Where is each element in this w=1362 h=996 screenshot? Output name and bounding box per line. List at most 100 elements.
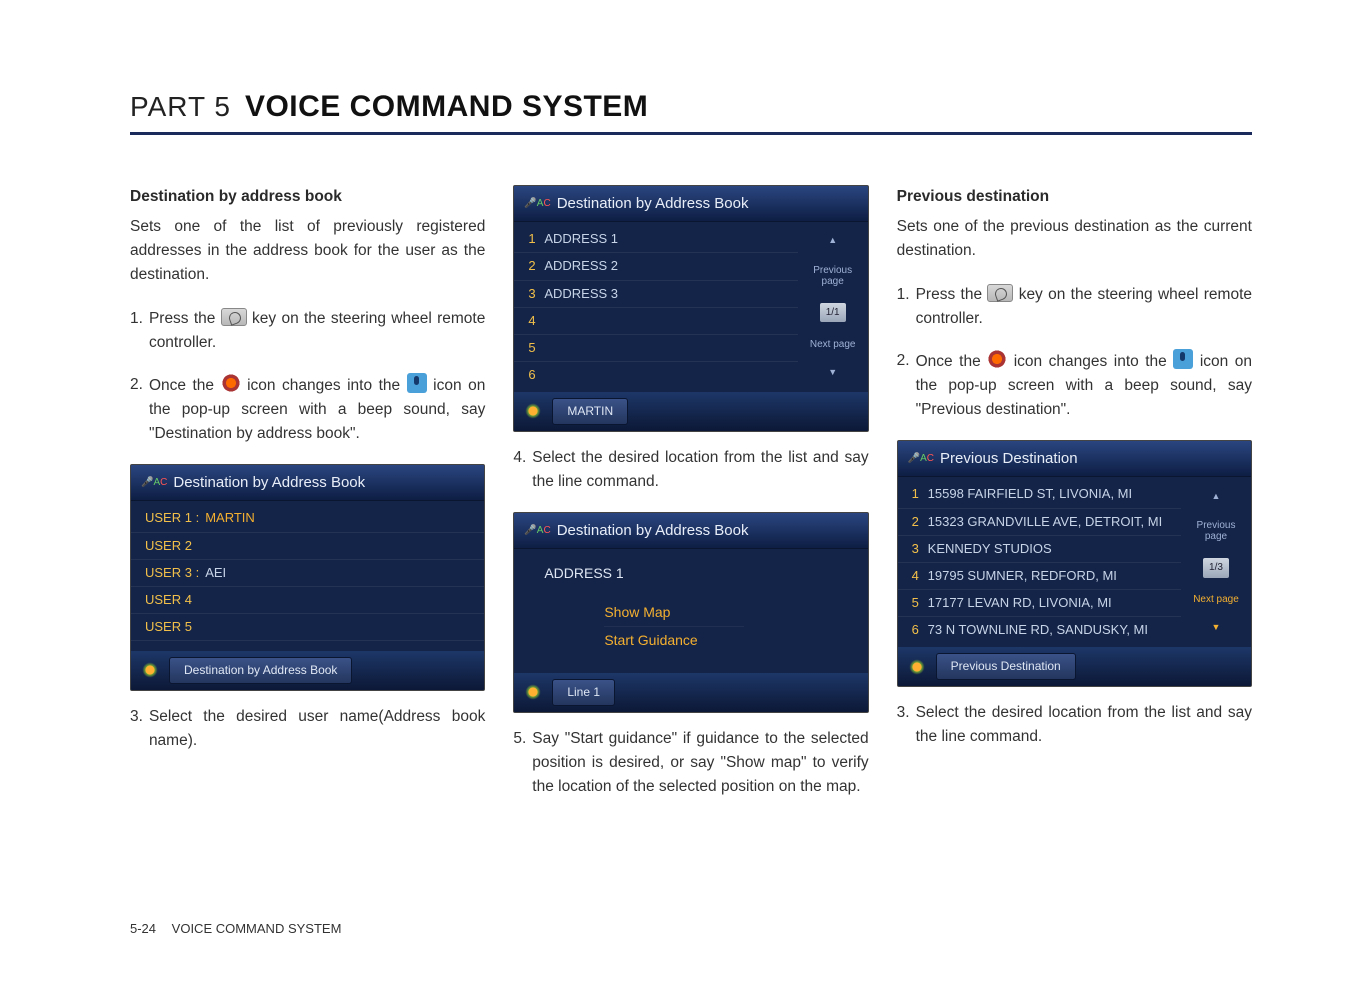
screenshot-title: Destination by Address Book <box>173 471 365 494</box>
list-item[interactable]: USER 2 <box>131 533 484 560</box>
list-item[interactable]: 115598 FAIRFIELD ST, LIVONIA, MI <box>898 481 1181 508</box>
step-number: 4. <box>513 446 532 494</box>
talk-key-icon <box>221 308 247 326</box>
part-title: VOICE COMMAND SYSTEM <box>245 90 648 124</box>
screenshot-title-bar: 🎤AC Destination by Address Book <box>514 186 867 222</box>
column-2: 🎤AC Destination by Address Book 1ADDRESS… <box>513 185 868 817</box>
list-item[interactable]: 3ADDRESS 3 <box>514 281 797 308</box>
row-label: USER 3 : <box>145 563 199 583</box>
row-index: 2 <box>912 512 922 532</box>
step-text: Say "Start guidance" if guidance to the … <box>532 727 868 799</box>
step-5: 5. Say "Start guidance" if guidance to t… <box>513 727 868 799</box>
row-label: USER 5 <box>145 617 192 637</box>
list-item[interactable]: 673 N TOWNLINE RD, SANDUSKY, MI <box>898 617 1181 643</box>
section-header: PART 5 VOICE COMMAND SYSTEM <box>130 90 1252 135</box>
row-value: 15323 GRANDVILLE AVE, DETROIT, MI <box>928 512 1163 532</box>
arrow-down-icon[interactable]: ▼ <box>828 366 837 380</box>
step-text: Select the desired user name(Address boo… <box>149 705 485 753</box>
step-text: Select the desired location from the lis… <box>532 446 868 494</box>
screenshot-title: Destination by Address Book <box>557 519 749 542</box>
list-item[interactable]: 2ADDRESS 2 <box>514 253 797 280</box>
subhead-previous-destination: Previous destination <box>897 185 1252 209</box>
column-3: Previous destination Sets one of the pre… <box>897 185 1252 817</box>
step-number: 1. <box>130 307 149 355</box>
list-item[interactable]: USER 1 : MARTIN <box>131 505 484 532</box>
ac-icon: 🎤AC <box>908 451 934 467</box>
screenshot-title-bar: 🎤AC Destination by Address Book <box>131 465 484 501</box>
list-item[interactable]: 5 <box>514 335 797 362</box>
step-number: 1. <box>897 283 916 331</box>
list-item[interactable]: 1ADDRESS 1 <box>514 226 797 253</box>
destination-list: 115598 FAIRFIELD ST, LIVONIA, MI 2 15323 … <box>898 477 1181 647</box>
step-text: icon changes into the <box>1014 353 1174 370</box>
user-list: USER 1 : MARTIN USER 2 USER 3 : AEI USER… <box>131 501 484 651</box>
screenshot-footer: Previous Destination <box>898 647 1251 686</box>
subhead-dest-address-book: Destination by address book <box>130 185 485 209</box>
list-item[interactable]: 4 <box>514 308 797 335</box>
step-4: 4. Select the desired location from the … <box>513 446 868 494</box>
next-page-label[interactable]: Next page <box>810 339 856 350</box>
list-item[interactable]: 2 15323 GRANDVILLE AVE, DETROIT, MI <box>898 509 1181 536</box>
row-index: 2 <box>528 256 538 276</box>
intro-text: Sets one of the list of previously regis… <box>130 215 485 287</box>
step-text: Select the desired location from the lis… <box>916 701 1252 749</box>
step-3: 3. Select the desired user name(Address … <box>130 705 485 753</box>
next-page-label[interactable]: Next page <box>1193 594 1239 605</box>
arrow-up-icon[interactable]: ▲ <box>1212 490 1221 504</box>
intro-text: Sets one of the previous destination as … <box>897 215 1252 263</box>
row-index: 4 <box>912 566 922 586</box>
voice-status-icon <box>524 683 542 701</box>
footer-label: VOICE COMMAND SYSTEM <box>172 921 342 936</box>
screenshot-footer: MARTIN <box>514 392 867 431</box>
row-label: USER 4 <box>145 590 192 610</box>
ac-icon: 🎤AC <box>524 523 550 539</box>
list-item[interactable]: USER 3 : AEI <box>131 560 484 587</box>
prev-page-label[interactable]: Previous page <box>802 265 864 287</box>
listening-icon <box>987 349 1007 369</box>
screenshot-address-list: 🎤AC Destination by Address Book 1ADDRESS… <box>513 185 868 432</box>
list-item[interactable]: 5 17177 LEVAN RD, LIVONIA, MI <box>898 590 1181 617</box>
arrow-down-icon[interactable]: ▼ <box>1212 621 1221 635</box>
screenshot-title-bar: 🎤AC Previous Destination <box>898 441 1251 477</box>
mic-icon <box>407 373 427 393</box>
step-text: Once the <box>149 377 221 394</box>
row-value: ADDRESS 1 <box>544 229 618 249</box>
row-index: 5 <box>912 593 922 613</box>
screenshot-address-options: 🎤AC Destination by Address Book ADDRESS … <box>513 512 868 713</box>
step-1: 1. Press the key on the steering wheel r… <box>897 283 1252 331</box>
list-item[interactable]: USER 5 <box>131 614 484 641</box>
option-start-guidance[interactable]: Start Guidance <box>604 627 744 655</box>
voice-status-icon <box>141 661 159 679</box>
step-3: 3. Select the desired location from the … <box>897 701 1252 749</box>
row-index: 3 <box>528 284 538 304</box>
row-label: USER 2 <box>145 536 192 556</box>
step-number: 2. <box>130 373 149 446</box>
list-item[interactable]: 6 <box>514 362 797 388</box>
step-text: Once the <box>916 353 988 370</box>
row-label: USER 1 : <box>145 508 199 528</box>
step-2: 2. Once the icon changes into the icon o… <box>130 373 485 446</box>
page-footer: 5-24 VOICE COMMAND SYSTEM <box>130 921 341 936</box>
spacer <box>131 641 484 647</box>
part-label: PART 5 <box>130 91 231 123</box>
pager-sidebar: ▲ Previous page 1/3 Next page ▼ <box>1181 477 1251 647</box>
list-item[interactable]: 3 KENNEDY STUDIOS <box>898 536 1181 563</box>
step-2: 2. Once the icon changes into the icon o… <box>897 349 1252 422</box>
row-value: AEI <box>205 563 226 583</box>
row-value: KENNEDY STUDIOS <box>928 539 1052 559</box>
command-pill: Previous Destination <box>936 653 1076 680</box>
row-value: 19795 SUMNER, REDFORD, MI <box>928 566 1117 586</box>
step-number: 3. <box>897 701 916 749</box>
arrow-up-icon[interactable]: ▲ <box>828 234 837 248</box>
option-show-map[interactable]: Show Map <box>604 599 744 628</box>
screenshot-address-book-users: 🎤AC Destination by Address Book USER 1 :… <box>130 464 485 691</box>
screenshot-title-bar: 🎤AC Destination by Address Book <box>514 513 867 549</box>
screenshot-footer: Line 1 <box>514 673 867 712</box>
prev-page-label[interactable]: Previous page <box>1185 520 1247 542</box>
row-value: 15598 FAIRFIELD ST, LIVONIA, MI <box>928 484 1132 504</box>
list-item[interactable]: USER 4 <box>131 587 484 614</box>
list-item[interactable]: 4 19795 SUMNER, REDFORD, MI <box>898 563 1181 590</box>
command-pill: Destination by Address Book <box>169 657 352 684</box>
row-index: 3 <box>912 539 922 559</box>
row-value: 17177 LEVAN RD, LIVONIA, MI <box>928 593 1112 613</box>
